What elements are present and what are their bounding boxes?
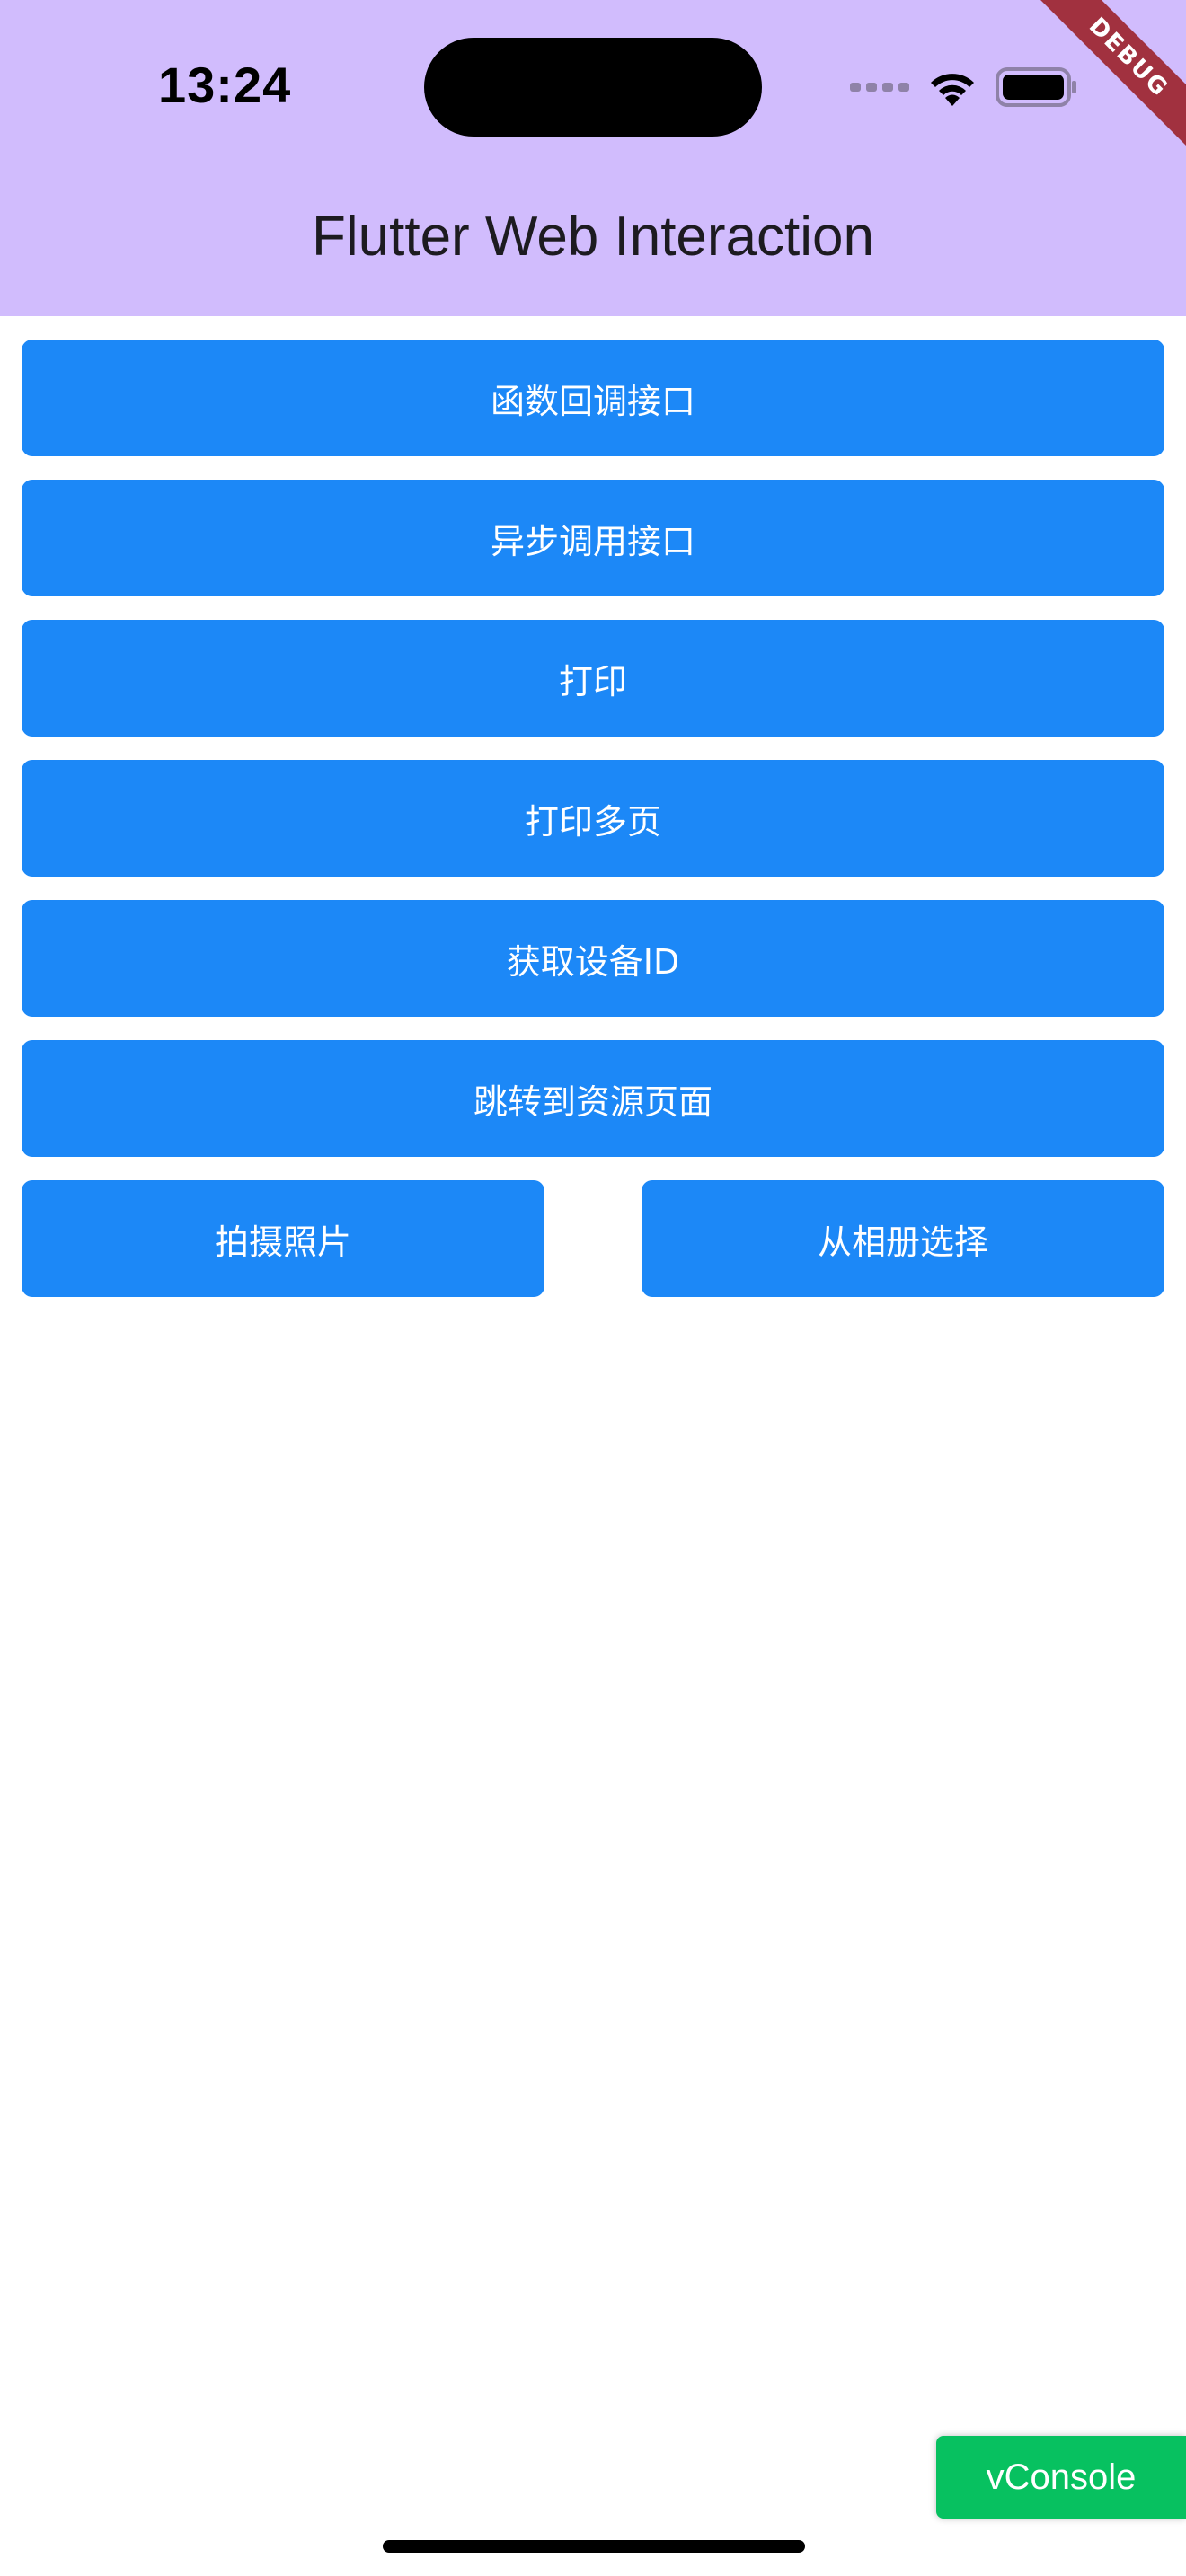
wifi-icon: [925, 66, 979, 108]
print-multi-page-button[interactable]: 打印多页: [22, 760, 1164, 877]
debug-banner-label: DEBUG: [1017, 0, 1186, 169]
get-device-id-button[interactable]: 获取设备ID: [22, 900, 1164, 1017]
print-button[interactable]: 打印: [22, 620, 1164, 737]
choose-from-album-button[interactable]: 从相册选择: [642, 1180, 1164, 1297]
goto-resource-page-button[interactable]: 跳转到资源页面: [22, 1040, 1164, 1157]
page-title: Flutter Web Interaction: [311, 206, 875, 268]
dynamic-island: [424, 38, 762, 137]
screen: 13:24 Flutter Web Interaction DEBUG 函数回调…: [0, 0, 1186, 2576]
debug-banner: DEBUG: [1006, 0, 1186, 180]
async-call-button[interactable]: 异步调用接口: [22, 480, 1164, 596]
vconsole-button[interactable]: vConsole: [936, 2436, 1186, 2519]
signal-icon: [850, 83, 909, 92]
status-time: 13:24: [158, 57, 292, 113]
function-callback-button[interactable]: 函数回调接口: [22, 340, 1164, 456]
home-indicator[interactable]: [383, 2540, 805, 2553]
take-photo-button[interactable]: 拍摄照片: [22, 1180, 544, 1297]
